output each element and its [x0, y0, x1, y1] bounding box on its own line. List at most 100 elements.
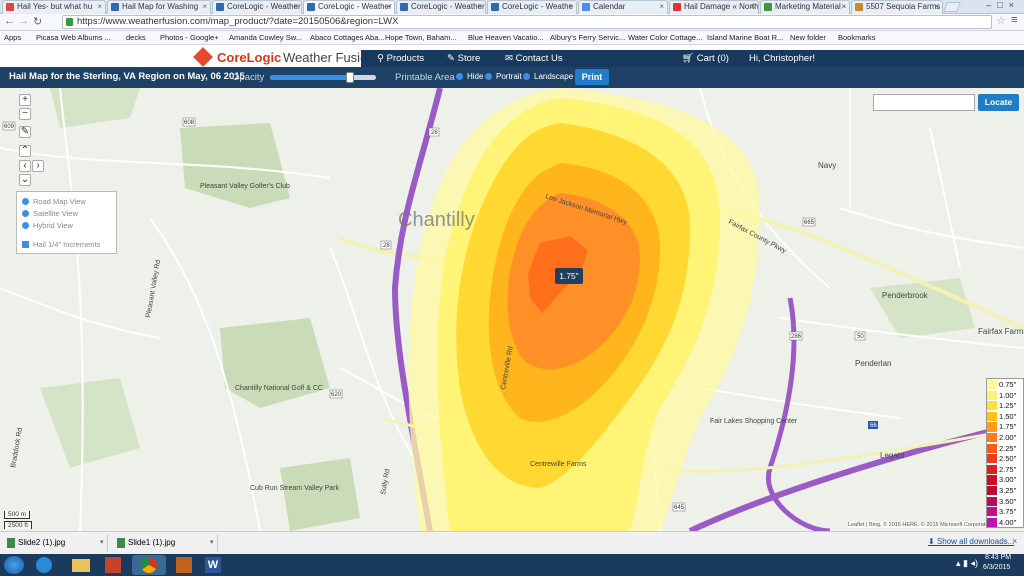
radio-landscape[interactable]: Landscape	[523, 72, 573, 81]
hail-size-marker[interactable]: 1.75"	[555, 268, 583, 284]
download-item[interactable]: Slide1 (1).jpg ▾	[114, 534, 218, 552]
close-icon[interactable]: ×	[750, 1, 755, 13]
radio-portrait[interactable]: Portrait	[485, 72, 522, 81]
download-arrow-icon: ⬇	[928, 537, 937, 546]
radio-hide[interactable]: Hide	[456, 72, 483, 81]
layer-hybrid[interactable]: Hybrid View	[22, 221, 73, 230]
bookmark-item[interactable]: New folder	[790, 31, 826, 45]
opacity-label: Opacity	[232, 72, 265, 83]
nav-products[interactable]: ⚲ Products	[377, 50, 424, 67]
bookmark-item[interactable]: Picasa Web Albums ...	[36, 31, 111, 45]
location-search-input[interactable]	[873, 94, 975, 111]
layer-hail-increments[interactable]: Hail 1/4" Increments	[22, 240, 100, 249]
close-icon[interactable]: ×	[477, 1, 482, 13]
window-controls[interactable]: –□×	[968, 0, 1024, 13]
draw-tool-button[interactable]: ✎	[19, 126, 31, 138]
close-icon[interactable]: ×	[659, 1, 664, 13]
radio-dot	[485, 73, 492, 80]
menu-icon[interactable]: ≡	[1011, 14, 1017, 26]
tab-1[interactable]: Hail Map for Washing ×	[107, 0, 211, 14]
tray-icons[interactable]: ▴ ▮ ◂)	[956, 558, 978, 569]
bookmark-item[interactable]: Island Marine Boat R...	[707, 31, 783, 45]
start-button[interactable]	[4, 556, 24, 574]
bookmark-item[interactable]: Hope Town, Baham...	[385, 31, 457, 45]
pan-left-button[interactable]: ‹	[19, 160, 31, 172]
back-icon[interactable]: ←	[4, 15, 15, 27]
nav-contact[interactable]: ✉ Contact Us	[505, 50, 563, 67]
clock-time[interactable]: 8:43 PM	[985, 554, 1011, 561]
tab-5[interactable]: CoreLogic - Weathe ×	[487, 0, 577, 14]
close-icon[interactable]: ×	[1012, 536, 1017, 546]
close-icon[interactable]: ×	[97, 1, 102, 13]
print-button[interactable]: Print	[575, 69, 609, 85]
bookmark-item[interactable]: decks	[126, 31, 146, 45]
nav-cart[interactable]: 🛒︎ Cart (0)	[682, 50, 729, 67]
zoom-out-button[interactable]: −	[19, 108, 31, 120]
url-field[interactable]: https://www.weatherfusion.com/map_produc…	[62, 15, 992, 29]
nav-store[interactable]: ✎ Store	[447, 50, 480, 67]
forward-icon[interactable]: →	[18, 15, 29, 27]
tab-0[interactable]: Hail Yes- but what hu ×	[2, 0, 106, 14]
tab-6[interactable]: Calendar ×	[578, 0, 668, 14]
hail-map[interactable]: 28 28 50 286 66 620 645 608 609 665 Sull…	[0, 88, 1024, 531]
media-player-icon[interactable]	[105, 557, 121, 573]
close-icon[interactable]: ×	[841, 1, 846, 13]
star-icon	[673, 3, 681, 11]
tab-3[interactable]: CoreLogic - Weather ×	[303, 0, 395, 14]
clock-date[interactable]: 6/3/2015	[983, 564, 1010, 571]
user-greeting[interactable]: Hi, Christopher!	[749, 50, 815, 67]
tab-2[interactable]: CoreLogic - Weather ×	[212, 0, 302, 14]
bookmark-star-icon[interactable]: ☆	[996, 14, 1006, 27]
park-area	[280, 458, 360, 531]
tab-8[interactable]: Marketing Material - ×	[760, 0, 850, 14]
bookmark-item[interactable]: Apps	[4, 31, 21, 45]
i66-highway	[688, 420, 1024, 531]
download-filename: Slide1 (1).jpg	[128, 538, 176, 547]
reload-icon[interactable]: ↻	[33, 15, 42, 28]
legend-label: 1.50"	[999, 411, 1017, 421]
show-all-downloads-link[interactable]: ⬇ Show all downloads...	[928, 537, 1014, 546]
park-area	[870, 278, 975, 338]
bookmark-item[interactable]: Bookmarks	[838, 31, 876, 45]
opacity-handle[interactable]	[345, 72, 354, 83]
new-tab-button[interactable]	[943, 2, 961, 12]
bookmark-item[interactable]: Abaco Cottages Aba...	[310, 31, 385, 45]
bookmark-item[interactable]: Photos - Google+	[160, 31, 219, 45]
close-icon[interactable]: ×	[293, 1, 298, 13]
word-icon	[400, 3, 408, 11]
road-label: Sully Rd	[380, 468, 391, 495]
layer-satellite[interactable]: Satellite View	[22, 209, 78, 218]
pan-right-button[interactable]: ›	[32, 160, 44, 172]
bookmark-item[interactable]: Blue Heaven Vacatio...	[468, 31, 544, 45]
legend-swatch	[987, 401, 997, 411]
opacity-slider[interactable]	[270, 72, 376, 83]
shield-label: 620	[331, 392, 342, 398]
tab-9[interactable]: 5507 Sequoia Farms D ×	[851, 0, 943, 14]
download-item[interactable]: Slide2 (1).jpg ▾	[4, 534, 108, 552]
pan-up-button[interactable]: ⌃	[19, 145, 31, 157]
internet-explorer-icon[interactable]	[36, 557, 52, 573]
app-icon[interactable]	[176, 557, 192, 573]
word-icon[interactable]: W	[205, 557, 221, 573]
close-icon[interactable]: ×	[386, 1, 391, 13]
close-icon[interactable]: ×	[202, 1, 207, 13]
legend-row: 3.25"	[987, 486, 1024, 496]
close-icon[interactable]: ×	[934, 1, 939, 13]
dropdown-icon[interactable]: ▾	[210, 534, 214, 552]
bookmark-item[interactable]: Amanda Cowley Sw...	[229, 31, 302, 45]
bookmark-item[interactable]: Albury's Ferry Servic...	[550, 31, 625, 45]
close-icon[interactable]: ×	[568, 1, 573, 13]
layer-road-map[interactable]: Road Map View	[22, 197, 86, 206]
locate-button[interactable]: Locate	[978, 94, 1019, 111]
bookmark-item[interactable]: Water Color Cottage...	[628, 31, 702, 45]
checkbox-checked[interactable]	[22, 241, 29, 248]
tab-7[interactable]: Hail Damage « North ×	[669, 0, 759, 14]
chrome-taskbar-button[interactable]	[132, 555, 166, 575]
pan-down-button[interactable]: ⌄	[19, 174, 31, 186]
file-explorer-icon[interactable]	[72, 559, 90, 572]
site-logo[interactable]: CoreLogic Weather Fusion	[193, 47, 375, 67]
dropdown-icon[interactable]: ▾	[100, 534, 104, 552]
zoom-in-button[interactable]: +	[19, 94, 31, 106]
tab-4[interactable]: CoreLogic - Weather ×	[396, 0, 486, 14]
map-canvas[interactable]: 28 28 50 286 66 620 645 608 609 665 Sull…	[0, 88, 1024, 531]
